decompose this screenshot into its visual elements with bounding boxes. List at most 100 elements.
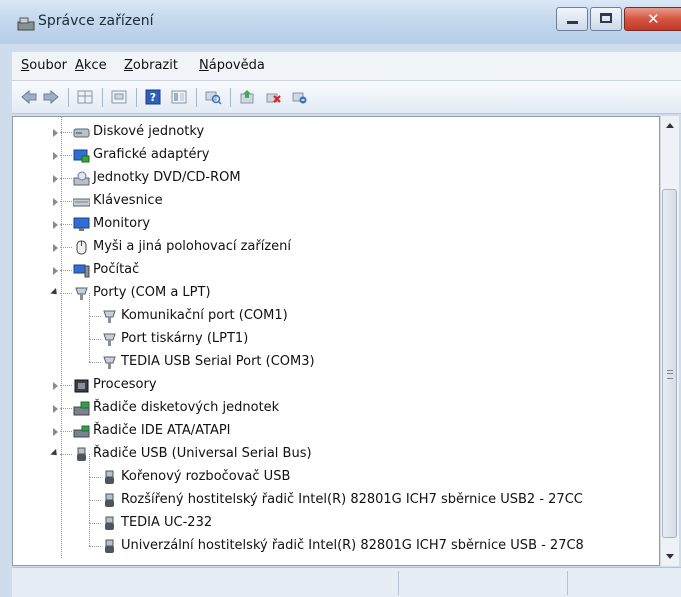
port-icon <box>103 310 116 323</box>
tree-connector <box>61 117 62 558</box>
tree-connector <box>89 293 90 316</box>
uninstall-icon[interactable] <box>264 89 282 105</box>
expand-arrow-icon[interactable] <box>53 405 58 413</box>
scroll-up-arrow-icon <box>666 123 674 128</box>
usb-icon <box>105 493 114 507</box>
expand-arrow-icon[interactable] <box>53 198 58 206</box>
tree-category-item[interactable]: Řadiče IDE ATA/ATAPI <box>13 420 659 443</box>
disable-device-icon[interactable] <box>290 89 308 105</box>
collapse-arrow-icon[interactable] <box>50 448 60 459</box>
tree-item-label: Jednotky DVD/CD-ROM <box>93 170 241 185</box>
status-separator <box>398 571 399 595</box>
tree-connector <box>89 362 101 363</box>
tree-category-item[interactable]: Počítač <box>13 259 659 282</box>
tree-category-item[interactable]: Porty (COM a LPT) <box>13 282 659 305</box>
close-button[interactable]: ✕ <box>624 7 681 31</box>
scroll-down-button[interactable] <box>661 546 679 566</box>
tree-item-label: Řadiče IDE ATA/ATAPI <box>93 423 231 438</box>
expand-arrow-icon[interactable] <box>53 175 58 183</box>
tree-category-item[interactable]: Klávesnice <box>13 190 659 213</box>
tree-item-label: Myši a jiná polohovací zařízení <box>93 239 292 254</box>
tree-connector <box>89 500 101 501</box>
tree-category-item[interactable]: Monitory <box>13 213 659 236</box>
menu-zobrazit[interactable]: Zobrazit <box>124 58 178 73</box>
tree-item-label: TEDIA UC-232 <box>121 515 213 530</box>
menu-nápověda[interactable]: Nápověda <box>199 58 265 73</box>
display-adapter-icon <box>73 149 90 163</box>
forward-arrow-icon[interactable] <box>42 89 60 105</box>
ide-controller-icon <box>73 425 90 438</box>
device-tree[interactable]: Diskové jednotky Grafické adaptéry Jednotk… <box>12 116 660 566</box>
details-icon[interactable] <box>110 89 128 105</box>
menu-soubor[interactable]: Soubor <box>21 58 67 73</box>
toolbar-separator <box>230 88 231 107</box>
tree-device-item[interactable]: Port tiskárny (LPT1) <box>13 316 659 351</box>
menu-akce[interactable]: Akce <box>75 58 107 73</box>
tree-device-item[interactable]: Rozšířený hostitelský řadič Intel(R) 828… <box>13 477 659 512</box>
status-bar <box>12 567 681 597</box>
tree-item-label: Diskové jednotky <box>93 124 205 139</box>
tree-category-item[interactable]: Myši a jiná polohovací zařízení <box>13 236 659 259</box>
computer-icon <box>73 264 90 278</box>
usb-icon <box>77 447 86 461</box>
toolbar-separator <box>136 88 137 107</box>
tree-item-label: Porty (COM a LPT) <box>93 285 211 300</box>
tree-item-label: Port tiskárny (LPT1) <box>121 331 249 346</box>
tree-device-item[interactable]: TEDIA USB Serial Port (COM3) <box>13 339 659 374</box>
view-icon[interactable] <box>170 89 188 105</box>
tree-device-item[interactable]: Univerzální hostitelský řadič Intel(R) 8… <box>13 523 659 558</box>
tree-connector <box>89 523 90 546</box>
mouse-icon <box>76 240 87 255</box>
update-driver-icon[interactable] <box>238 89 256 105</box>
usb-icon <box>105 539 114 553</box>
tree-item-label: Klávesnice <box>93 193 163 208</box>
expand-arrow-icon[interactable] <box>53 428 58 436</box>
tree-category-item[interactable]: Jednotky DVD/CD-ROM <box>13 167 659 190</box>
device-manager-window: Správce zařízení ✕ Soubor Akce Zobrazit Náp… <box>0 0 681 597</box>
maximize-button[interactable] <box>590 7 622 31</box>
scrollbar-thumb[interactable] <box>662 189 677 538</box>
tree-category-item[interactable]: Řadiče USB (Universal Serial Bus) <box>13 443 659 466</box>
properties-grid-icon[interactable] <box>76 89 94 105</box>
tree-device-item[interactable]: Kořenový rozbočovač USB <box>13 454 659 489</box>
tree-category-item[interactable]: Diskové jednotky <box>13 121 659 144</box>
tree-item-label: Řadiče USB (Universal Serial Bus) <box>93 446 312 461</box>
expand-arrow-icon[interactable] <box>53 267 58 275</box>
toolbar-separator <box>102 88 103 107</box>
tree-item-label: Kořenový rozbočovač USB <box>121 469 291 484</box>
menu-bar: Soubor Akce Zobrazit Nápověda <box>12 52 681 81</box>
expand-arrow-icon[interactable] <box>53 129 58 137</box>
scan-hardware-icon[interactable] <box>204 89 222 105</box>
back-arrow-icon[interactable] <box>20 89 38 105</box>
tree-device-item[interactable]: TEDIA UC-232 <box>13 500 659 535</box>
port-icon <box>103 356 116 369</box>
minimize-button[interactable] <box>556 7 588 31</box>
tree-connector <box>89 316 101 317</box>
expand-arrow-icon[interactable] <box>53 382 58 390</box>
tree-connector <box>89 523 101 524</box>
port-icon <box>103 333 116 346</box>
tree-connector <box>89 316 90 339</box>
monitor-icon <box>73 217 90 231</box>
svg-text:?: ? <box>150 91 156 104</box>
tree-device-item[interactable]: Komunikační port (COM1) <box>13 293 659 328</box>
tree-item-label: Monitory <box>93 216 151 231</box>
usb-icon <box>105 516 114 530</box>
tree-category-item[interactable]: Řadiče disketových jednotek <box>13 397 659 420</box>
keyboard-icon <box>73 198 90 207</box>
scroll-down-arrow-icon <box>666 554 674 559</box>
collapse-arrow-icon[interactable] <box>50 287 60 298</box>
help-icon[interactable]: ? <box>144 89 162 105</box>
expand-arrow-icon[interactable] <box>53 221 58 229</box>
vertical-scrollbar[interactable] <box>660 116 679 566</box>
tree-connector <box>89 339 90 362</box>
scroll-up-button[interactable] <box>661 116 679 136</box>
title-bar[interactable]: Správce zařízení ✕ <box>0 0 681 44</box>
window-title: Správce zařízení <box>38 13 154 29</box>
maximize-icon <box>600 13 612 23</box>
expand-arrow-icon[interactable] <box>53 244 58 252</box>
expand-arrow-icon[interactable] <box>53 152 58 160</box>
tree-category-item[interactable]: Procesory <box>13 374 659 397</box>
tree-item-label: Rozšířený hostitelský řadič Intel(R) 828… <box>121 492 583 507</box>
tree-category-item[interactable]: Grafické adaptéry <box>13 144 659 167</box>
